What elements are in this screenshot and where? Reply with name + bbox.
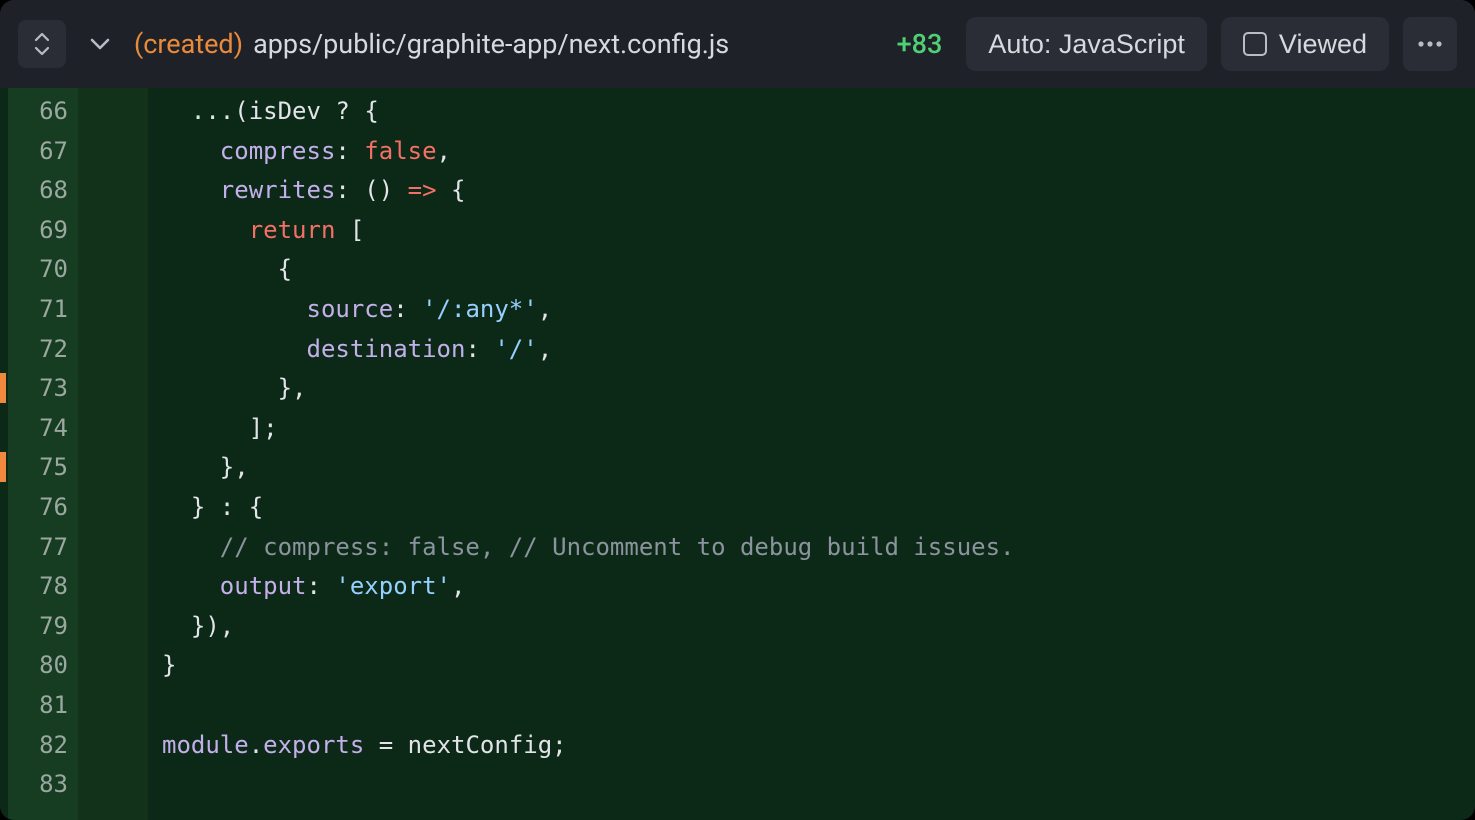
line-number[interactable]: 75 bbox=[8, 448, 78, 488]
line-number[interactable]: 80 bbox=[8, 646, 78, 686]
viewed-label: Viewed bbox=[1279, 29, 1367, 60]
file-path[interactable]: apps/public/graphite-app/next.config.js bbox=[253, 28, 729, 60]
line-number[interactable]: 66 bbox=[8, 92, 78, 132]
line-number[interactable]: 67 bbox=[8, 132, 78, 172]
code-line[interactable]: } bbox=[148, 646, 1475, 686]
code-line[interactable]: output: 'export', bbox=[148, 567, 1475, 607]
comment-marker[interactable] bbox=[0, 373, 6, 403]
file-title: (created) apps/public/graphite-app/next.… bbox=[134, 28, 873, 60]
line-number[interactable]: 79 bbox=[8, 607, 78, 647]
code-line[interactable] bbox=[148, 686, 1475, 726]
line-number-gutter: 666768697071727374757677787980818283 bbox=[8, 88, 78, 820]
comment-marker-gutter bbox=[0, 88, 8, 820]
code-line[interactable]: module.exports = nextConfig; bbox=[148, 726, 1475, 766]
code-line[interactable]: }), bbox=[148, 607, 1475, 647]
viewed-toggle[interactable]: Viewed bbox=[1221, 17, 1389, 71]
line-number[interactable]: 72 bbox=[8, 330, 78, 370]
more-actions-button[interactable] bbox=[1403, 17, 1457, 71]
language-label: Auto: JavaScript bbox=[988, 29, 1185, 60]
line-number[interactable]: 82 bbox=[8, 726, 78, 766]
line-number[interactable]: 81 bbox=[8, 686, 78, 726]
line-number[interactable]: 78 bbox=[8, 567, 78, 607]
code-line[interactable]: ]; bbox=[148, 409, 1475, 449]
code-line[interactable]: source: '/:any*', bbox=[148, 290, 1475, 330]
comment-marker[interactable] bbox=[0, 452, 6, 482]
line-number[interactable]: 70 bbox=[8, 250, 78, 290]
line-number[interactable]: 69 bbox=[8, 211, 78, 251]
language-selector[interactable]: Auto: JavaScript bbox=[966, 17, 1207, 71]
code-line[interactable]: }, bbox=[148, 448, 1475, 488]
code-line[interactable]: rewrites: () => { bbox=[148, 171, 1475, 211]
file-status-tag: (created) bbox=[134, 28, 243, 60]
code-area: 666768697071727374757677787980818283 ...… bbox=[0, 88, 1475, 820]
code-line[interactable]: { bbox=[148, 250, 1475, 290]
chevron-down-icon bbox=[89, 37, 111, 51]
code-content[interactable]: ...(isDev ? { compress: false, rewrites:… bbox=[148, 88, 1475, 820]
code-line[interactable]: destination: '/', bbox=[148, 330, 1475, 370]
expand-collapse-icon bbox=[32, 32, 52, 56]
code-line[interactable]: } : { bbox=[148, 488, 1475, 528]
line-number[interactable]: 83 bbox=[8, 765, 78, 805]
ellipsis-icon bbox=[1417, 41, 1443, 47]
line-number[interactable]: 74 bbox=[8, 409, 78, 449]
code-line[interactable]: ...(isDev ? { bbox=[148, 92, 1475, 132]
code-line[interactable]: return [ bbox=[148, 211, 1475, 251]
line-number[interactable]: 71 bbox=[8, 290, 78, 330]
line-number[interactable]: 68 bbox=[8, 171, 78, 211]
line-number[interactable]: 77 bbox=[8, 528, 78, 568]
code-line[interactable]: compress: false, bbox=[148, 132, 1475, 172]
code-line[interactable]: }, bbox=[148, 369, 1475, 409]
diff-line-count: +83 bbox=[887, 28, 953, 60]
expand-collapse-button[interactable] bbox=[18, 20, 66, 68]
file-header: (created) apps/public/graphite-app/next.… bbox=[0, 0, 1475, 88]
diff-file-panel: (created) apps/public/graphite-app/next.… bbox=[0, 0, 1475, 820]
line-number[interactable]: 73 bbox=[8, 369, 78, 409]
line-number[interactable]: 76 bbox=[8, 488, 78, 528]
checkbox-icon bbox=[1243, 32, 1267, 56]
code-line[interactable]: // compress: false, // Uncomment to debu… bbox=[148, 528, 1475, 568]
diff-gutter bbox=[78, 88, 148, 820]
dropdown-button[interactable] bbox=[80, 20, 120, 68]
code-line[interactable] bbox=[148, 765, 1475, 805]
